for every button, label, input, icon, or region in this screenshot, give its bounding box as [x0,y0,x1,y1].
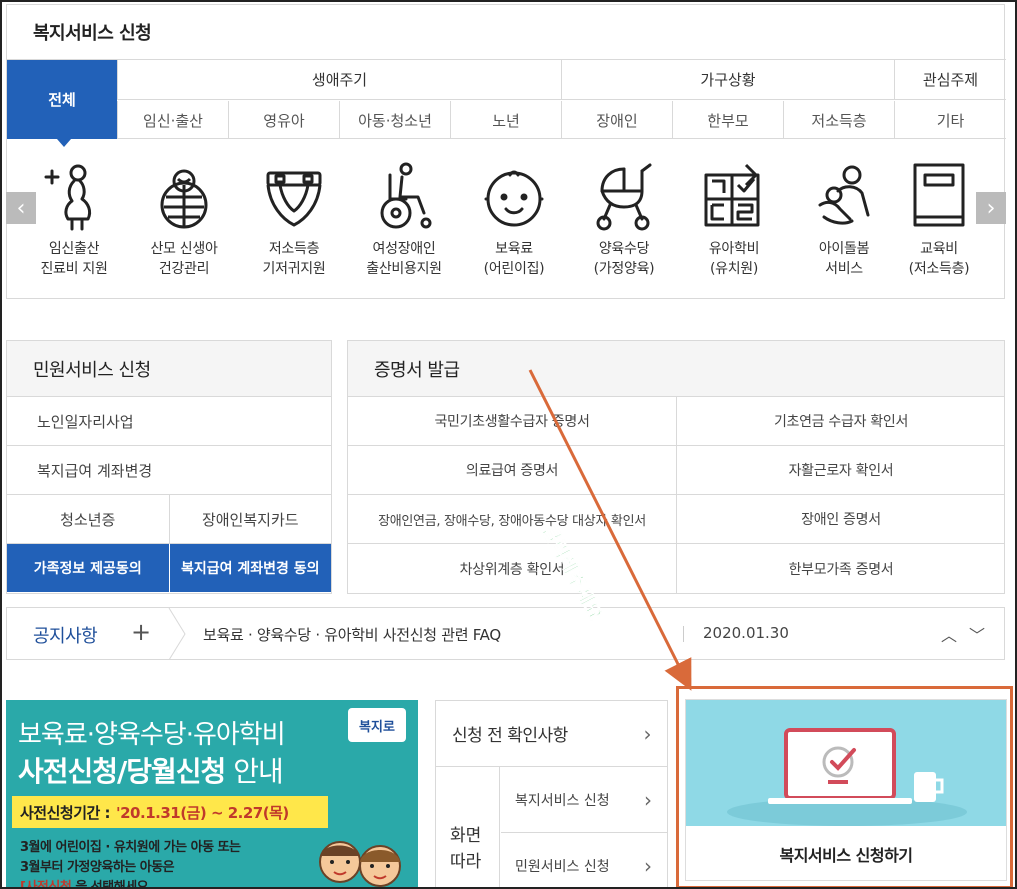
tab-low-income[interactable]: 저소득층 [783,101,894,139]
guide-civil-link[interactable]: 민원서비스 신청 › [501,833,668,889]
civil-service-title: 민원서비스 신청 [7,341,331,397]
next-arrow-button[interactable]: › [976,192,1006,224]
service-label: 저소득층 기저귀지원 [262,241,326,277]
notice-more-button[interactable]: + [131,618,151,646]
service-label: 유아학비 (유치원) [708,241,760,277]
tab-other[interactable]: 기타 [894,101,1006,139]
cert-item[interactable]: 장애인연금, 장애수당, 장애아동수당 대상자 확인서 [348,495,677,544]
cert-item[interactable]: 차상위계층 확인서 [348,544,677,593]
certificate-panel: 증명서 발급 국민기초생활수급자 증명서 기초연금 수급자 확인서 의료급여 증… [347,340,1005,594]
tab-infant[interactable]: 영유아 [228,101,339,139]
pregnant-woman-icon [44,164,92,231]
cert-item[interactable]: 의료급여 증명서 [348,446,677,495]
service-icons-row: 임신출산 진료비 지원 산모 신생아 건강관리 저소득층 기저귀지원 여성장애인… [7,145,1006,295]
civil-item-senior-job[interactable]: 노인일자리사업 [7,397,331,445]
notice-next-button[interactable]: ﹀ [969,622,985,646]
guide-menu-panel: 신청 전 확인사항 › 화면 따라 복지서비스 신청 › 민원서비스 신청 › [435,700,668,889]
service-label: 여성장애인 출산비용지원 [366,241,442,277]
child-care-icon [818,165,870,225]
banner-body: 3월에 어린이집 · 유치원에 가는 아동 또는 3월부터 가정양육하는 아동은… [20,840,241,889]
divider [683,626,684,642]
service-label: 아이돌봄 서비스 [818,241,870,277]
bokjiro-logo: 복지로 [348,708,406,742]
banner-subheadline: 사전신청/당월신청 안내 [18,755,284,788]
tab-child-youth[interactable]: 아동·청소년 [339,101,450,139]
cert-item[interactable]: 한부모가족 증명서 [677,544,1005,593]
tab-elderly[interactable]: 노년 [450,101,561,139]
service-label: 임신출산 진료비 지원 [40,241,108,277]
service-label: 산모 신생아 건강관리 [150,241,218,277]
category-tabs: 전체 생애주기 가구상황 관심주제 임신·출산 영유아 아동·청소년 노년 장애… [7,59,1006,147]
apply-illustration [686,700,1006,826]
service-label: 양육수당 (가정양육) [593,241,655,277]
chevron-right-icon: › [644,787,652,812]
laptop-check-icon [727,728,967,826]
notice-prev-button[interactable]: ︿ [941,622,957,646]
baby-basket-icon [160,169,208,229]
tab-group-lifecycle[interactable]: 생애주기 [117,60,561,100]
service-item[interactable]: 산모 신생아 건강관리 [129,161,239,279]
cert-item[interactable]: 국민기초생활수급자 증명서 [348,397,677,446]
notice-bar: 공지사항 + 보육료 · 양육수당 · 유아학비 사전신청 관련 FAQ 202… [6,607,1005,660]
cert-item[interactable]: 기초연금 수급자 확인서 [677,397,1005,446]
apply-card-highlight: 복지서비스 신청하기 [676,686,1013,889]
stroller-icon [596,163,652,231]
baby-face-icon [484,170,544,227]
tab-all[interactable]: 전체 [7,60,117,147]
service-item[interactable]: 유아학비 (유치원) [679,161,789,279]
civil-item-disability-card[interactable]: 장애인복지카드 [168,495,332,543]
cert-item[interactable]: 자활근로자 확인서 [677,446,1005,495]
hangul-blocks-icon [704,163,760,227]
children-illustration-icon [319,841,401,887]
tab-group-interest[interactable]: 관심주제 [894,60,1006,100]
chevron-right-icon: › [644,853,652,878]
family-info-consent-button[interactable]: 가족정보 제공동의 [7,544,169,592]
cert-item[interactable]: 장애인 증명서 [677,495,1005,544]
promo-banner[interactable]: 복지로 보육료·양육수당·유아학비 사전신청/당월신청 안내 사전신청기간 : '… [6,700,418,889]
service-label: 보육료 (어린이집) [483,241,545,277]
chevron-separator-icon [168,608,186,660]
civil-item-account-change[interactable]: 복지급여 계좌변경 [7,446,331,494]
screen-guide-label: 화면 따라 [436,767,500,889]
pre-check-link[interactable]: 신청 전 확인사항 › [436,701,667,767]
civil-service-panel: 민원서비스 신청 노인일자리사업 복지급여 계좌변경 청소년증 장애인복지카드 … [6,340,332,594]
service-item[interactable]: 여성장애인 출산비용지원 [349,161,459,279]
notice-date: 2020.01.30 [703,624,789,642]
notice-link[interactable]: 보육료 · 양육수당 · 유아학비 사전신청 관련 FAQ [203,624,501,645]
book-icon [913,163,965,227]
welfare-service-panel: 복지서비스 신청 전체 생애주기 가구상황 관심주제 임신·출산 영유아 아동·… [6,4,1006,299]
tab-disabled[interactable]: 장애인 [561,101,672,139]
tab-single-parent[interactable]: 한부모 [672,101,783,139]
prev-arrow-button[interactable]: ‹ [6,192,36,224]
diaper-icon [266,171,322,227]
apply-label: 복지서비스 신청하기 [779,845,913,865]
banner-period: 사전신청기간 : '20.1.31(금) ~ 2.27(목) [12,796,328,828]
service-item[interactable]: 저소득층 기저귀지원 [239,161,349,279]
apply-welfare-button[interactable]: 복지서비스 신청하기 [685,699,1007,881]
certificate-title: 증명서 발급 [348,341,1004,397]
banner-headline: 보육료·양육수당·유아학비 [18,720,286,750]
chevron-right-icon: › [643,721,652,746]
service-item[interactable]: 아이돌봄 서비스 [789,161,899,279]
civil-item-youth-id[interactable]: 청소년증 [7,495,169,543]
service-label: 교육비 (저소득층) [908,241,970,277]
service-item[interactable]: 양육수당 (가정양육) [569,161,679,279]
tab-pregnancy[interactable]: 임신·출산 [117,101,228,139]
wheelchair-icon [380,162,432,229]
guide-welfare-link[interactable]: 복지서비스 신청 › [501,767,668,833]
welfare-title: 복지서비스 신청 [33,23,152,44]
tab-group-household[interactable]: 가구상황 [561,60,894,100]
account-change-consent-button[interactable]: 복지급여 계좌변경 동의 [168,544,331,592]
notice-title: 공지사항 [33,626,98,647]
service-item[interactable]: 보육료 (어린이집) [459,161,569,279]
